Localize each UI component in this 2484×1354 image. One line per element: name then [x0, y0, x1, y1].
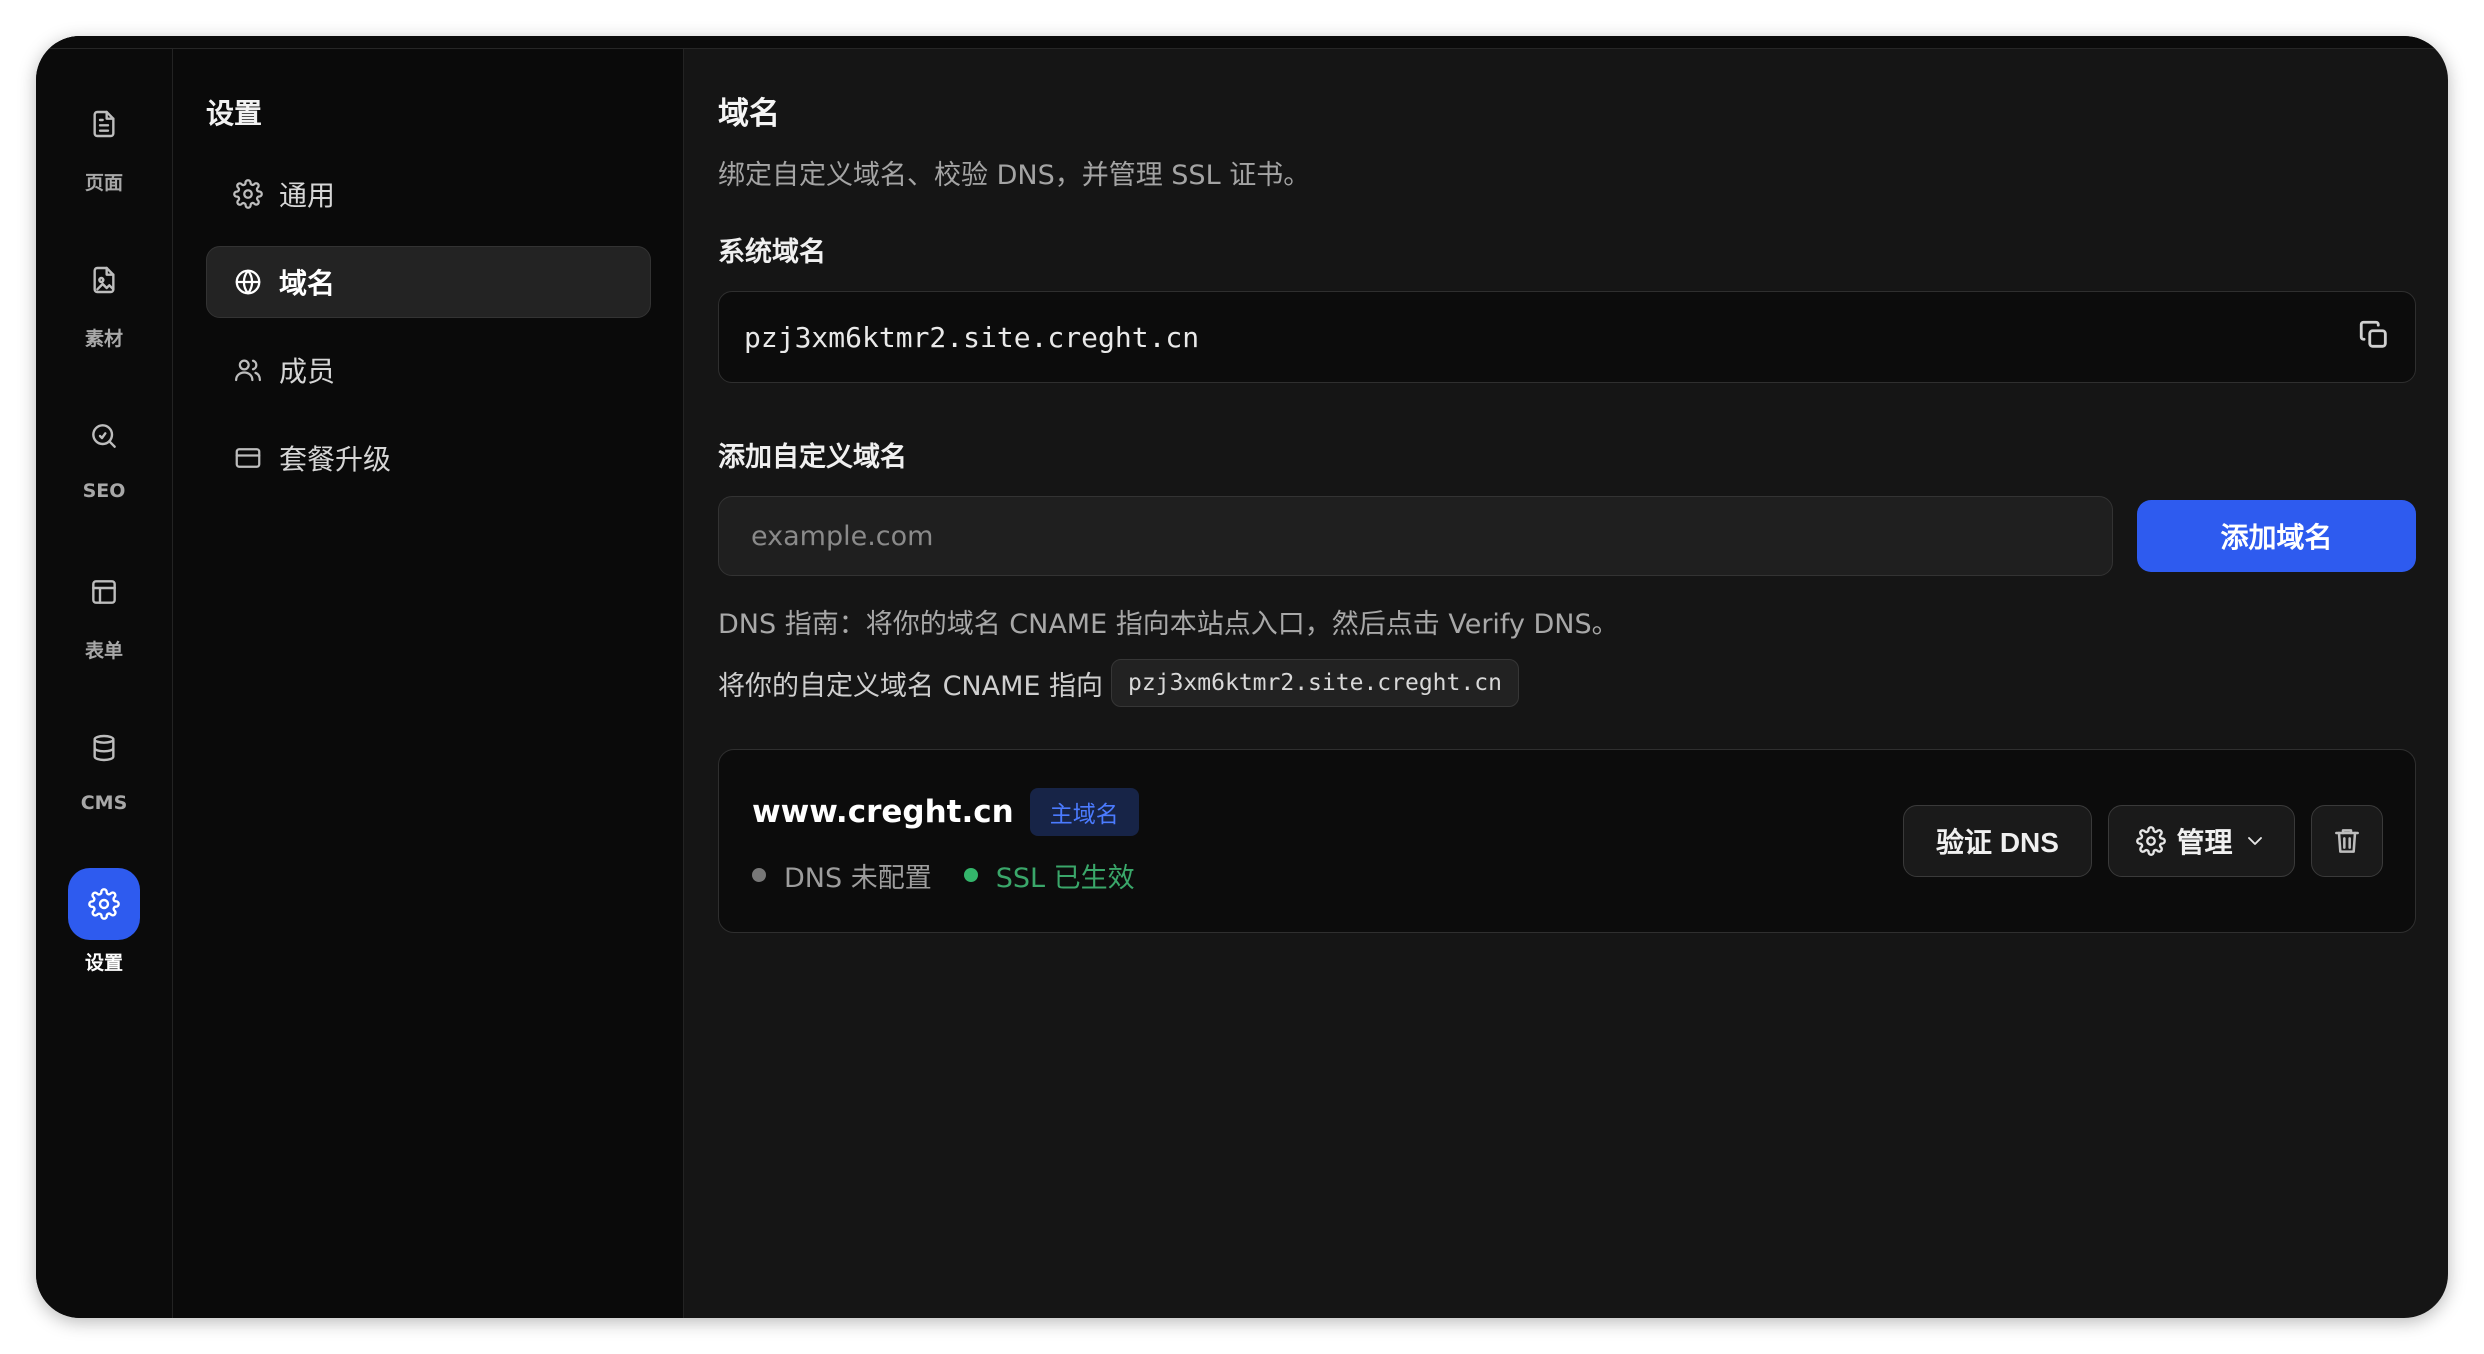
manage-label: 管理 — [2176, 827, 2233, 858]
dns-guide-text: DNS 指南：将你的域名 CNAME 指向本站点入口，然后点击 Verify D… — [718, 609, 1619, 640]
delete-domain-button[interactable] — [2311, 805, 2383, 877]
cname-prefix-text: 将你的自定义域名 CNAME 指向 — [718, 670, 1104, 702]
system-domain-value: pzj3xm6ktmr2.site.creght.cn — [744, 320, 1200, 354]
add-domain-button[interactable]: 添加域名 — [2137, 500, 2416, 572]
cname-target-code: pzj3xm6ktmr2.site.creght.cn — [1111, 659, 1519, 707]
rail-item-cms[interactable]: CMS — [36, 712, 172, 868]
page-description: 绑定自定义域名、校验 DNS，并管理 SSL 证书。 — [718, 160, 1311, 191]
rail-label: 页面 — [84, 172, 123, 194]
domain-settings-panel: 域名 绑定自定义域名、校验 DNS，并管理 SSL 证书。 系统域名 pzj3x… — [684, 36, 2448, 1318]
dns-status: DNS 未配置 — [784, 862, 932, 894]
rail-item-forms[interactable]: 表单 — [36, 556, 172, 712]
cname-instruction: 将你的自定义域名 CNAME 指向 pzj3xm6ktmr2.site.creg… — [718, 659, 2416, 707]
nav-item-domains[interactable]: 域名 — [206, 246, 651, 318]
ssl-status: SSL 已生效 — [995, 862, 1135, 894]
custom-domain-input[interactable] — [718, 496, 2113, 576]
seo-icon — [68, 400, 140, 472]
settings-nav: 设置 通用 域名 成员 套餐升级 — [173, 36, 684, 1318]
card-icon — [235, 448, 261, 468]
chevron-down-icon — [2247, 837, 2262, 845]
rail-label: SEO — [82, 480, 126, 502]
manage-dropdown-button[interactable]: 管理 — [2108, 805, 2295, 877]
domain-card: www.creght.cn 主域名 DNS 未配置 SSL 已生效 验证 DNS… — [718, 749, 2416, 933]
settings-nav-title: 设置 — [206, 97, 263, 130]
asset-icon — [68, 244, 140, 316]
add-domain-label: 添加自定义域名 — [718, 442, 907, 473]
gear-icon — [2136, 826, 2167, 856]
window-top-bar — [36, 36, 2448, 48]
rail-item-seo[interactable]: SEO — [36, 400, 172, 556]
gear-icon — [233, 179, 263, 209]
nav-item-label: 域名 — [279, 267, 336, 300]
rail-item-pages[interactable]: 页面 — [36, 88, 172, 244]
nav-item-label: 成员 — [279, 355, 336, 388]
nav-item-label: 通用 — [279, 179, 336, 212]
domain-status: DNS 未配置 SSL 已生效 — [752, 856, 1139, 895]
globe-icon — [235, 269, 261, 295]
verify-dns-button[interactable]: 验证 DNS — [1903, 805, 2092, 877]
nav-item-members[interactable]: 成员 — [206, 334, 651, 406]
page-icon — [68, 88, 140, 160]
rail-label: 表单 — [84, 640, 123, 662]
trash-icon — [2335, 829, 2359, 853]
rail-label: 设置 — [84, 952, 123, 974]
icon-rail: 页面 素材 SEO 表单 CMS 设置 — [36, 36, 173, 1318]
rail-label: CMS — [80, 792, 128, 814]
domain-name: www.creght.cn — [752, 793, 1014, 830]
gear-icon — [68, 868, 140, 940]
page-title: 域名 — [718, 96, 780, 132]
users-icon — [235, 359, 261, 382]
nav-item-general[interactable]: 通用 — [206, 158, 651, 230]
copy-icon — [2359, 320, 2387, 348]
database-icon — [68, 712, 140, 784]
copy-button[interactable] — [2357, 318, 2391, 356]
rail-label: 素材 — [84, 328, 123, 350]
dns-status-dot — [752, 868, 766, 882]
form-icon — [68, 556, 140, 628]
rail-item-settings[interactable]: 设置 — [36, 868, 172, 1024]
primary-domain-badge: 主域名 — [1029, 787, 1139, 836]
nav-item-label: 套餐升级 — [279, 443, 392, 476]
add-domain-row: 添加域名 — [718, 496, 2416, 576]
system-domain-field: pzj3xm6ktmr2.site.creght.cn — [718, 291, 2416, 383]
nav-item-plan-upgrade[interactable]: 套餐升级 — [206, 422, 651, 494]
rail-item-assets[interactable]: 素材 — [36, 244, 172, 400]
system-domain-label: 系统域名 — [718, 237, 826, 268]
app-window: 页面 素材 SEO 表单 CMS 设置 设置 通用 域名 成员 套餐升级 域名 … — [36, 36, 2448, 1318]
ssl-status-dot — [963, 868, 978, 882]
